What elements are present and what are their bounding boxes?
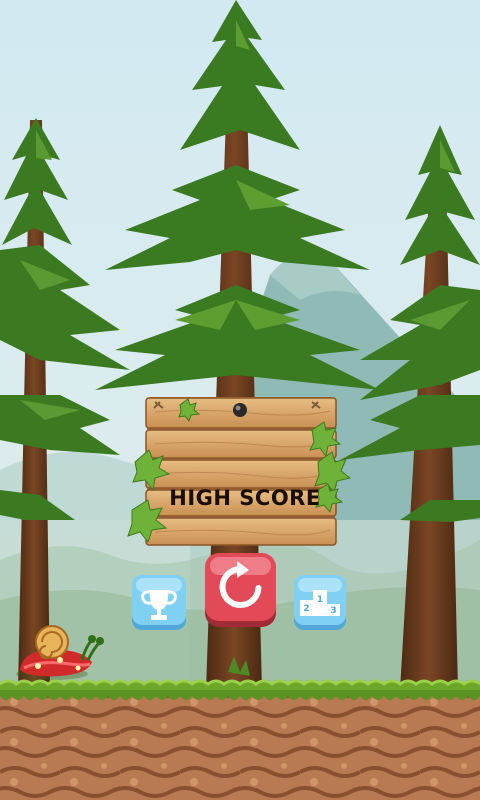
ground: [0, 679, 480, 800]
podium-number-2: 2: [303, 604, 309, 614]
podium-number-3: 3: [330, 606, 336, 616]
wooden-sign: [127, 397, 352, 546]
sign-title: HIGH SCORE: [169, 486, 321, 510]
nail-icon: [233, 403, 247, 417]
podium-number-1: 1: [317, 595, 323, 605]
restart-button[interactable]: [203, 551, 278, 629]
leaderboard-button[interactable]: 1 2 3: [292, 574, 348, 632]
trophy-button[interactable]: [130, 574, 188, 632]
game-scene: [0, 0, 480, 800]
